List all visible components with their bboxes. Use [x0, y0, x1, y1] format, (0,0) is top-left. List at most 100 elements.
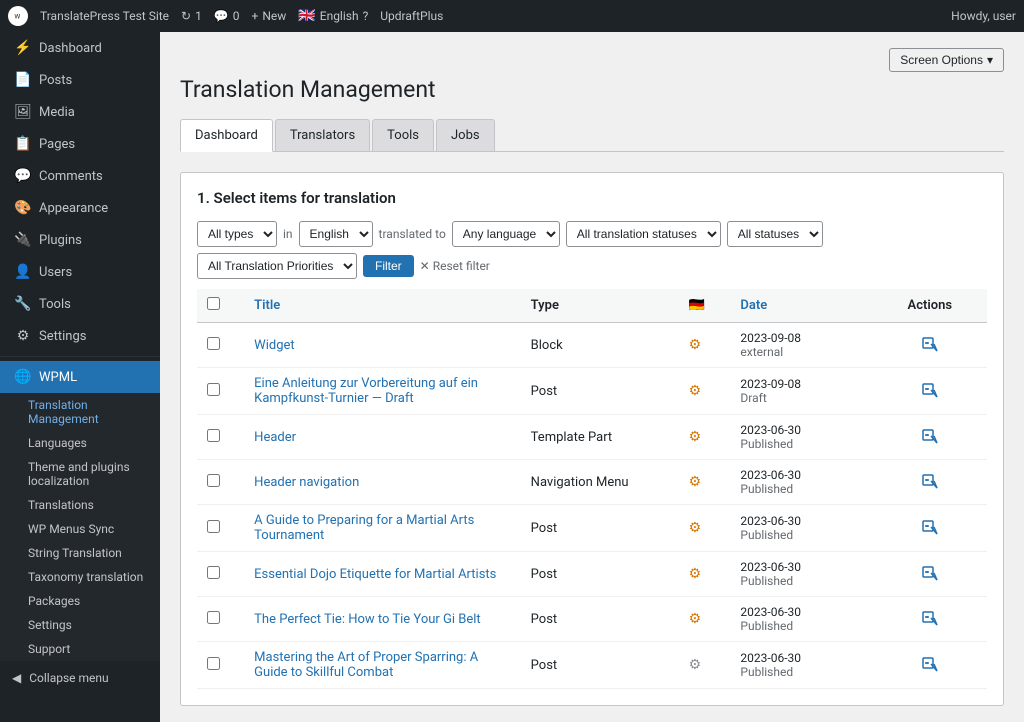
sidebar-item-appearance[interactable]: 🎨 Appearance — [0, 192, 160, 224]
row-title-link[interactable]: Essential Dojo Etiquette for Martial Art… — [254, 567, 496, 582]
row-date-status: Published — [740, 574, 801, 588]
comments-icon: 💬 — [214, 9, 229, 23]
row-date-cell: 2023-06-30 Published — [730, 597, 872, 642]
row-type-cell: Post — [521, 642, 679, 689]
translation-status-filter[interactable]: All translation statuses — [566, 221, 721, 247]
row-type-cell: Template Part — [521, 415, 679, 460]
row-status-icon: ⚙ — [689, 657, 702, 673]
header-date[interactable]: Date — [730, 289, 872, 323]
priority-filter[interactable]: All Translation Priorities — [197, 253, 357, 279]
translate-action-button[interactable] — [883, 429, 977, 445]
collapse-menu-button[interactable]: ◀ Collapse menu — [0, 661, 160, 695]
header-type: Type — [521, 289, 679, 323]
translate-action-button[interactable] — [883, 383, 977, 399]
sidebar-item-posts[interactable]: 📄 Posts — [0, 64, 160, 96]
submenu-item-translations[interactable]: Translations — [0, 493, 160, 517]
translate-action-button[interactable] — [883, 611, 977, 627]
adminbar-language[interactable]: 🇬🇧 English ? — [298, 8, 368, 24]
row-checkbox[interactable] — [207, 566, 220, 579]
table-row: Eine Anleitung zur Vorbereitung auf ein … — [197, 368, 987, 415]
sidebar-item-pages[interactable]: 📋 Pages — [0, 128, 160, 160]
header-date-label: Date — [740, 298, 767, 313]
sidebar-item-dashboard[interactable]: ⚡ Dashboard — [0, 32, 160, 64]
row-checkbox-cell — [197, 597, 244, 642]
adminbar-new[interactable]: + New — [252, 9, 287, 23]
row-title-cell: A Guide to Preparing for a Martial Arts … — [244, 505, 521, 552]
tab-translators[interactable]: Translators — [275, 119, 370, 151]
select-all-checkbox[interactable] — [207, 297, 220, 310]
submenu-item-settings[interactable]: Settings — [0, 613, 160, 637]
table-body: Widget Block ⚙ 2023-09-08 external — [197, 323, 987, 689]
sidebar-item-comments[interactable]: 💬 Comments — [0, 160, 160, 192]
collapse-label: Collapse menu — [29, 671, 108, 685]
type-filter[interactable]: All types — [197, 221, 277, 247]
submenu-item-wp-menus-sync[interactable]: WP Menus Sync — [0, 517, 160, 541]
table-row: Mastering the Art of Proper Sparring: A … — [197, 642, 987, 689]
row-date-status: Published — [740, 665, 801, 679]
row-type-cell: Post — [521, 368, 679, 415]
translate-action-button[interactable] — [883, 566, 977, 582]
row-flag-cell: ⚙ — [679, 368, 731, 415]
row-checkbox[interactable] — [207, 657, 220, 670]
row-date-status: Published — [740, 619, 801, 633]
translate-action-button[interactable] — [883, 657, 977, 673]
tab-tools[interactable]: Tools — [372, 119, 434, 151]
row-checkbox[interactable] — [207, 383, 220, 396]
translate-action-button[interactable] — [883, 520, 977, 536]
any-language-filter[interactable]: Any language — [452, 221, 560, 247]
settings-icon: ⚙ — [15, 328, 31, 344]
submenu-item-packages[interactable]: Packages — [0, 589, 160, 613]
row-title-link[interactable]: Eine Anleitung zur Vorbereitung auf ein … — [254, 376, 478, 406]
submenu-item-support[interactable]: Support — [0, 637, 160, 661]
screen-options-button[interactable]: Screen Options ▾ — [889, 48, 1004, 72]
submenu-item-taxonomy-translation[interactable]: Taxonomy translation — [0, 565, 160, 589]
row-checkbox[interactable] — [207, 429, 220, 442]
row-title-link[interactable]: Header navigation — [254, 475, 359, 490]
row-title-cell: Mastering the Art of Proper Sparring: A … — [244, 642, 521, 689]
tab-jobs[interactable]: Jobs — [436, 119, 495, 151]
submenu-item-theme-plugins[interactable]: Theme and plugins localization — [0, 455, 160, 493]
wpml-submenu: Translation Management Languages Theme a… — [0, 393, 160, 661]
row-date-cell: 2023-06-30 Published — [730, 415, 872, 460]
row-title-link[interactable]: Mastering the Art of Proper Sparring: A … — [254, 650, 478, 680]
posts-icon: 📄 — [15, 72, 31, 88]
row-title-link[interactable]: Header — [254, 430, 296, 445]
row-date: 2023-06-30 — [740, 605, 801, 619]
reset-filter-button[interactable]: ✕ Reset filter — [420, 259, 490, 273]
adminbar-site-name[interactable]: TranslatePress Test Site — [40, 9, 169, 23]
submenu-item-translation-management[interactable]: Translation Management — [0, 393, 160, 431]
row-title-link[interactable]: Widget — [254, 338, 294, 353]
row-checkbox[interactable] — [207, 337, 220, 350]
row-title-link[interactable]: The Perfect Tie: How to Tie Your Gi Belt — [254, 612, 481, 627]
sidebar-item-media[interactable]: 🖼 Media — [0, 96, 160, 128]
row-checkbox[interactable] — [207, 474, 220, 487]
table-row: Header navigation Navigation Menu ⚙ 2023… — [197, 460, 987, 505]
pages-icon: 📋 — [15, 136, 31, 152]
sidebar-item-wpml[interactable]: 🌐 WPML — [0, 361, 160, 393]
filter-button[interactable]: Filter — [363, 255, 414, 277]
sidebar-item-plugins[interactable]: 🔌 Plugins — [0, 224, 160, 256]
sidebar-item-settings[interactable]: ⚙ Settings — [0, 320, 160, 352]
sidebar-item-users[interactable]: 👤 Users — [0, 256, 160, 288]
header-title[interactable]: Title — [244, 289, 521, 323]
row-checkbox[interactable] — [207, 520, 220, 533]
submenu-item-languages[interactable]: Languages — [0, 431, 160, 455]
tab-dashboard[interactable]: Dashboard — [180, 119, 273, 152]
translate-action-button[interactable] — [883, 474, 977, 490]
submenu-item-string-translation[interactable]: String Translation — [0, 541, 160, 565]
adminbar-plugin[interactable]: UpdraftPlus — [380, 9, 443, 23]
translate-action-button[interactable] — [883, 337, 977, 353]
row-actions-cell — [873, 505, 987, 552]
row-flag-cell: ⚙ — [679, 505, 731, 552]
header-flag: 🇩🇪 — [679, 289, 731, 323]
row-title-link[interactable]: A Guide to Preparing for a Martial Arts … — [254, 513, 474, 543]
sidebar-item-tools[interactable]: 🔧 Tools — [0, 288, 160, 320]
status-filter[interactable]: All statuses — [727, 221, 823, 247]
language-filter[interactable]: English — [299, 221, 373, 247]
adminbar-updates[interactable]: ↻ 1 — [181, 9, 202, 23]
wp-logo[interactable]: W — [8, 6, 28, 26]
table-row: Essential Dojo Etiquette for Martial Art… — [197, 552, 987, 597]
row-checkbox[interactable] — [207, 611, 220, 624]
row-title-cell: Header navigation — [244, 460, 521, 505]
adminbar-comments[interactable]: 💬 0 — [214, 9, 240, 23]
